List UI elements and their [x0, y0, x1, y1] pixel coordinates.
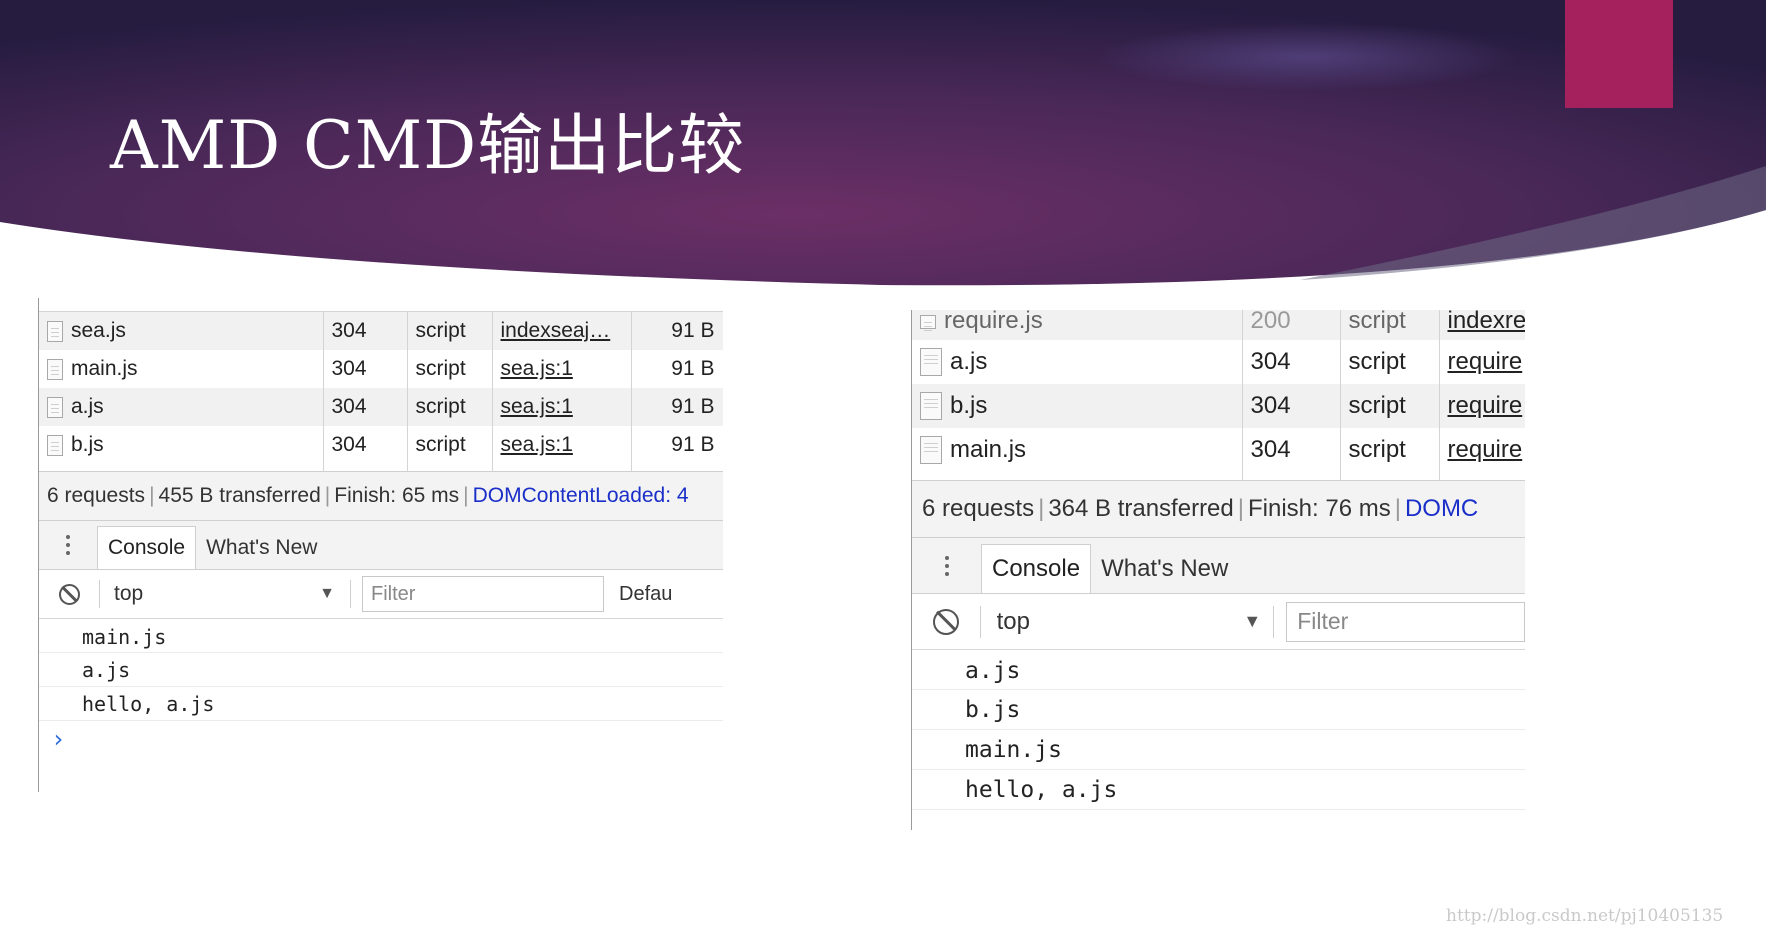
watermark: http://blog.csdn.net/pj10405135 [1446, 906, 1724, 926]
network-summary: 6 requests | 364 B transferred | Finish: 76 … [912, 480, 1525, 538]
file-icon [920, 314, 936, 329]
console-message: a.js [912, 650, 1525, 690]
table-row[interactable]: sea.js 304 script indexseaj… 91 B [39, 312, 723, 350]
clear-console-icon[interactable] [58, 583, 80, 605]
console-message: hello, a.js [912, 770, 1525, 810]
tab-console[interactable]: Console [981, 544, 1092, 593]
initiator-link[interactable]: sea.js:1 [501, 433, 573, 456]
context-selector[interactable]: top ▼ [100, 582, 350, 606]
console-message: main.js [39, 619, 723, 653]
console-message: hello, a.js [39, 687, 723, 721]
console-toolbar: top ▼ Filter Defau [39, 570, 723, 619]
initiator-link[interactable]: sea.js:1 [501, 395, 573, 418]
filter-input[interactable]: Filter [1286, 601, 1525, 642]
initiator-link[interactable]: indexseaj… [501, 319, 611, 342]
devtools-panel-requirejs: require.js 200 script indexre a.js 304 s… [911, 310, 1525, 830]
file-icon [920, 392, 942, 421]
console-prompt-icon[interactable]: › [39, 721, 723, 757]
filter-input[interactable]: Filter [362, 576, 604, 612]
initiator-link[interactable]: require [1448, 348, 1523, 375]
console-toolbar: top ▼ Filter [912, 594, 1525, 650]
network-table: require.js 200 script indexre a.js 304 s… [912, 310, 1525, 480]
console-message: a.js [39, 653, 723, 687]
table-row[interactable]: a.js 304 script require [912, 340, 1525, 384]
drawer-tabbar: Console What's New [39, 521, 723, 570]
file-icon [920, 348, 942, 377]
console-message: main.js [912, 730, 1525, 770]
network-table: sea.js 304 script indexseaj… 91 B main.j… [39, 312, 723, 471]
initiator-link[interactable]: require [1448, 436, 1523, 463]
context-selector[interactable]: top ▼ [981, 608, 1274, 636]
console-message: b.js [912, 690, 1525, 730]
table-row[interactable]: b.js 304 script require [912, 384, 1525, 428]
dropdown-caret-icon: ▼ [319, 585, 335, 602]
log-levels-dropdown[interactable]: Defau [619, 583, 672, 606]
more-options-icon[interactable] [912, 538, 981, 593]
cut-off-row [39, 298, 723, 312]
table-row[interactable]: b.js 304 script sea.js:1 91 B [39, 426, 723, 464]
tab-whats-new[interactable]: What's New [1091, 544, 1238, 593]
file-icon [920, 436, 942, 465]
tab-console[interactable]: Console [97, 526, 197, 569]
more-options-icon[interactable] [39, 521, 97, 569]
table-row[interactable]: a.js 304 script sea.js:1 91 B [39, 388, 723, 426]
drawer-tabbar: Console What's New [912, 538, 1525, 594]
accent-square [1565, 0, 1673, 108]
network-summary: 6 requests | 455 B transferred | Finish: 65 … [39, 471, 723, 521]
file-icon [47, 396, 63, 418]
dropdown-caret-icon: ▼ [1243, 611, 1262, 631]
file-icon [47, 358, 63, 380]
initiator-link[interactable]: require [1448, 392, 1523, 419]
table-row[interactable]: main.js 304 script require [912, 428, 1525, 472]
initiator-link[interactable]: sea.js:1 [501, 357, 573, 380]
initiator-link[interactable]: indexre [1448, 310, 1525, 334]
clear-console-icon[interactable] [932, 608, 959, 635]
table-row[interactable]: main.js 304 script sea.js:1 91 B [39, 350, 723, 388]
slide-title: AMD CMD输出比较 [110, 107, 746, 184]
file-icon [47, 434, 63, 456]
table-row[interactable]: require.js 200 script indexre [912, 310, 1525, 340]
tab-whats-new[interactable]: What's New [196, 526, 327, 569]
devtools-panel-seajs: sea.js 304 script indexseaj… 91 B main.j… [38, 298, 723, 792]
file-icon [47, 320, 63, 342]
